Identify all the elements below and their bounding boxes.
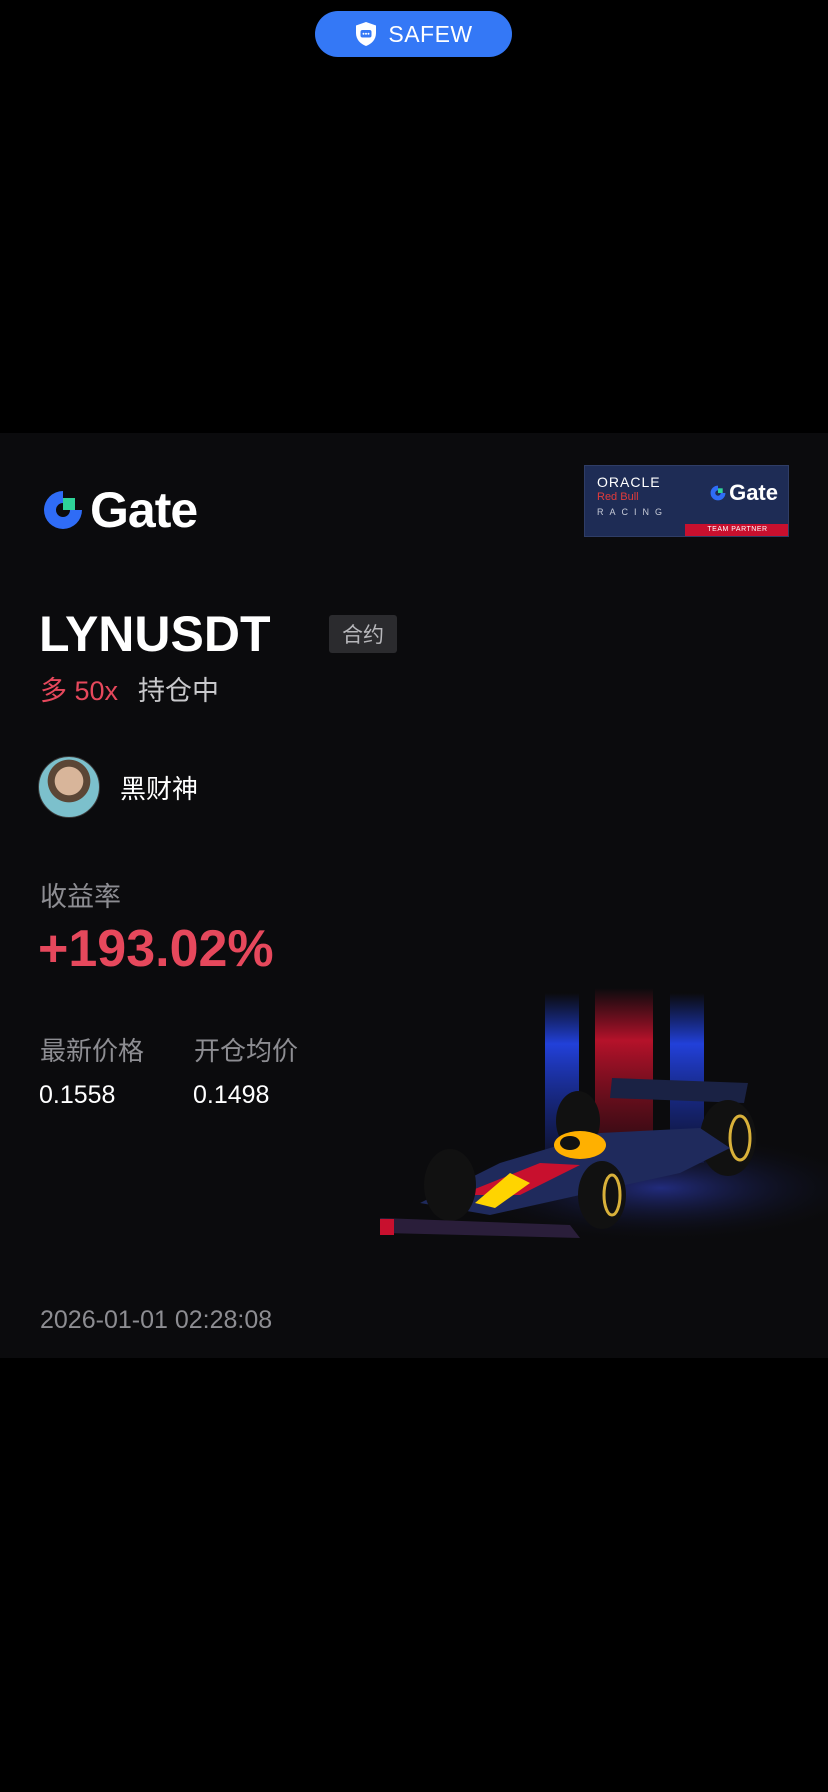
position-status: 持仓中 bbox=[138, 676, 220, 706]
avatar bbox=[38, 756, 100, 818]
contract-tag: 合约 bbox=[329, 615, 397, 653]
position-side: 多 50x bbox=[40, 676, 119, 706]
partner-gate-text: Gate bbox=[729, 480, 778, 505]
gate-mini-icon bbox=[710, 485, 726, 501]
oracle-redbull-partner-badge: ORACLE Red Bull RACING Gate TEAM PARTNER bbox=[584, 465, 789, 537]
yield-value: +193.02% bbox=[38, 920, 274, 978]
user-info: 黑财神 bbox=[38, 756, 198, 818]
partner-racing-text: RACING bbox=[597, 507, 669, 517]
partner-gate-logo: Gate bbox=[709, 480, 778, 506]
partner-redbull-text: Red Bull bbox=[597, 491, 639, 503]
trading-pair: LYNUSDT bbox=[39, 606, 271, 662]
latest-price-value: 0.1558 bbox=[39, 1081, 116, 1109]
latest-price-label: 最新价格 bbox=[40, 1036, 145, 1066]
partner-oracle-text: ORACLE bbox=[597, 474, 661, 490]
gate-logo: Gate bbox=[40, 482, 198, 538]
team-partner-bar: TEAM PARTNER bbox=[685, 524, 788, 536]
safew-label: SAFEW bbox=[388, 20, 473, 47]
shield-chat-icon bbox=[356, 22, 377, 46]
entry-price-value: 0.1498 bbox=[193, 1081, 270, 1109]
entry-price-label: 开仓均价 bbox=[194, 1036, 299, 1066]
position-side-row: 多 50x 持仓中 bbox=[40, 678, 219, 705]
screen: SAFEW Gate ORACLE Red Bull RACING Gate T… bbox=[0, 0, 828, 1792]
yield-label: 收益率 bbox=[40, 882, 121, 912]
user-name: 黑财神 bbox=[120, 773, 199, 804]
f1-car-illustration bbox=[380, 988, 828, 1243]
position-share-card: Gate ORACLE Red Bull RACING Gate TEAM PA… bbox=[0, 433, 828, 1358]
safew-badge[interactable]: SAFEW bbox=[315, 11, 512, 57]
gate-logo-text: Gate bbox=[90, 482, 198, 538]
timestamp: 2026-01-01 02:28:08 bbox=[40, 1306, 273, 1334]
gate-logo-icon bbox=[44, 491, 82, 529]
